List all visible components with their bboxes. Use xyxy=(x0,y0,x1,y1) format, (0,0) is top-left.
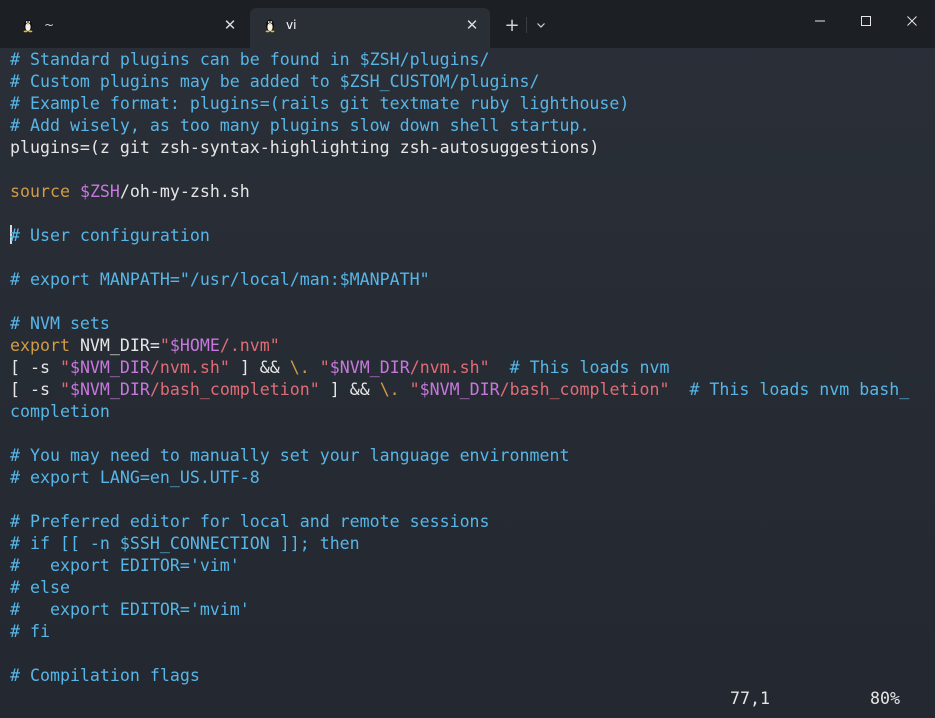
new-tab-button[interactable]: + xyxy=(500,13,524,37)
tab-separator xyxy=(526,17,527,33)
code-line: # export EDITOR='vim' xyxy=(10,555,240,577)
tab-close-icon[interactable]: ✕ xyxy=(220,15,240,35)
code-token: # You may need to manually set your lang… xyxy=(10,446,570,465)
code-line: # export EDITOR='mvim' xyxy=(10,599,250,621)
linux-tux-icon xyxy=(265,19,275,33)
code-token: /nvm.sh" xyxy=(409,358,490,377)
code-token: ] && xyxy=(229,358,290,377)
code-token: $NVM_DIR xyxy=(69,380,150,399)
code-token: ] && xyxy=(319,380,380,399)
close-icon xyxy=(907,16,917,26)
code-token: # fi xyxy=(10,622,50,641)
code-token: $NVM_DIR xyxy=(419,380,500,399)
code-line: # Preferred editor for local and remote … xyxy=(10,511,490,533)
chevron-down-icon xyxy=(537,23,545,28)
tab-vi[interactable]: vi ✕ xyxy=(250,8,490,48)
code-line: export NVM_DIR="$HOME/.nvm" xyxy=(10,335,280,357)
code-token: # if [[ -n $SSH_CONNECTION ]]; then xyxy=(10,534,360,553)
tab-close-icon[interactable]: ✕ xyxy=(462,15,482,35)
code-token: # Example format: plugins=(rails git tex… xyxy=(10,94,630,113)
code-token: # NVM sets xyxy=(10,314,110,333)
code-token: # User configuration xyxy=(10,226,210,245)
code-token: \. xyxy=(289,358,310,377)
code-token: [ -s xyxy=(10,358,60,377)
code-token: # This loads nvm bash_ xyxy=(689,380,910,399)
code-token: \. xyxy=(379,380,400,399)
code-token: $NVM_DIR xyxy=(69,358,150,377)
code-token: " xyxy=(409,380,420,399)
code-line: # else xyxy=(10,577,70,599)
minimize-icon xyxy=(815,20,825,22)
code-token: " xyxy=(319,358,330,377)
code-token: $HOME xyxy=(169,336,220,355)
code-token: plugins=(z git zsh-syntax-highlighting z… xyxy=(10,138,600,157)
code-token: source xyxy=(10,182,70,201)
maximize-button[interactable] xyxy=(843,6,889,36)
code-line: # Add wisely, as too many plugins slow d… xyxy=(10,115,589,137)
vim-editor-buffer[interactable]: # Standard plugins can be found in $ZSH/… xyxy=(0,48,935,718)
code-token: [ -s xyxy=(10,380,60,399)
code-token: # Custom plugins may be added to $ZSH_CU… xyxy=(10,72,540,91)
code-line: [ -s "$NVM_DIR/nvm.sh" ] && \. "$NVM_DIR… xyxy=(10,357,669,379)
code-line: completion xyxy=(10,401,110,423)
close-window-button[interactable] xyxy=(889,6,935,36)
title-bar[interactable]: ~ ✕ vi ✕ + xyxy=(0,0,935,48)
code-token: $ZSH xyxy=(79,182,120,201)
code-token: /bash_completion" xyxy=(499,380,670,399)
code-token: /oh-my-zsh.sh xyxy=(119,182,250,201)
code-line: # Compilation flags xyxy=(10,665,200,687)
code-line: # User configuration xyxy=(10,225,210,247)
code-token: # Standard plugins can be found in $ZSH/… xyxy=(10,50,490,69)
code-line: plugins=(z git zsh-syntax-highlighting z… xyxy=(10,137,599,159)
code-token: /.nvm" xyxy=(219,336,280,355)
code-token: # Add wisely, as too many plugins slow d… xyxy=(10,116,590,135)
cursor-position: 77,1 xyxy=(730,689,770,708)
code-token: /nvm.sh" xyxy=(149,358,230,377)
code-token: # else xyxy=(10,578,70,597)
code-token: # export EDITOR='vim' xyxy=(10,556,240,575)
code-line: # if [[ -n $SSH_CONNECTION ]]; then xyxy=(10,533,360,555)
tab-dropdown-button[interactable] xyxy=(530,13,552,37)
code-token: " xyxy=(59,380,70,399)
code-token: completion xyxy=(10,402,110,421)
code-token: # export LANG=en_US.UTF-8 xyxy=(10,468,260,487)
code-token: " xyxy=(159,336,170,355)
code-line: source $ZSH/oh-my-zsh.sh xyxy=(10,181,250,203)
code-token: " xyxy=(59,358,70,377)
code-line: # Example format: plugins=(rails git tex… xyxy=(10,93,629,115)
code-line: # export MANPATH="/usr/local/man:$MANPAT… xyxy=(10,269,430,291)
code-token: /bash_completion" xyxy=(149,380,320,399)
file-percent: 80% xyxy=(870,689,900,708)
code-token: NVM_DIR= xyxy=(69,336,160,355)
minimize-button[interactable] xyxy=(797,6,843,36)
tab-title: vi xyxy=(286,18,297,32)
code-line: # Standard plugins can be found in $ZSH/… xyxy=(10,49,490,71)
tab-home[interactable]: ~ ✕ xyxy=(8,8,248,42)
linux-tux-icon xyxy=(23,19,33,33)
code-token: export xyxy=(10,336,70,355)
code-token: # Compilation flags xyxy=(10,666,200,685)
code-line: # Custom plugins may be added to $ZSH_CU… xyxy=(10,71,540,93)
code-line: # You may need to manually set your lang… xyxy=(10,445,569,467)
code-token: # Preferred editor for local and remote … xyxy=(10,512,490,531)
code-token: $NVM_DIR xyxy=(329,358,410,377)
code-token: # This loads nvm xyxy=(509,358,670,377)
terminal-window: ~ ✕ vi ✕ + # Standard plugins can be fou… xyxy=(0,0,935,718)
code-line: # NVM sets xyxy=(10,313,110,335)
code-line: [ -s "$NVM_DIR/bash_completion" ] && \. … xyxy=(10,379,909,401)
code-line: # export LANG=en_US.UTF-8 xyxy=(10,467,260,489)
code-token: # export EDITOR='mvim' xyxy=(10,600,250,619)
maximize-icon xyxy=(861,16,871,26)
code-token: # export MANPATH="/usr/local/man:$MANPAT… xyxy=(10,270,430,289)
tab-title: ~ xyxy=(44,18,55,32)
code-line: # fi xyxy=(10,621,50,643)
